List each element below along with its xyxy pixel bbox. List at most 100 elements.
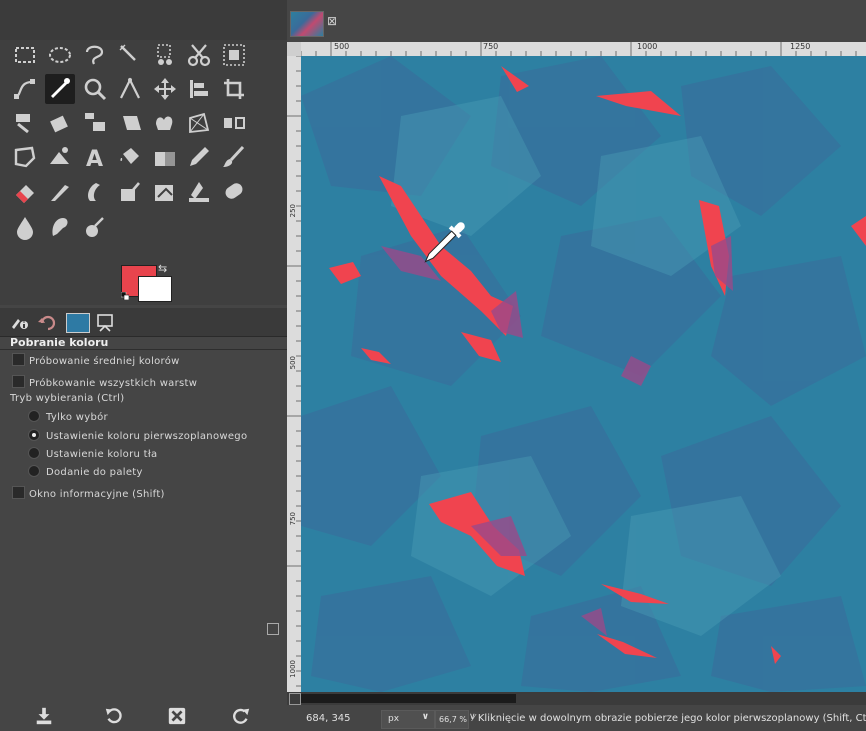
unit-selector[interactable]: px ∨ (381, 710, 435, 729)
horizontal-scrollbar[interactable] (301, 692, 866, 705)
mode-add-palette-radio[interactable] (28, 465, 40, 477)
info-window-checkbox[interactable] (12, 486, 25, 499)
perspective-icon[interactable] (184, 108, 214, 138)
flip-icon[interactable] (219, 108, 249, 138)
image-tab-close-icon[interactable]: ⊠ (327, 14, 337, 28)
rect-select-icon[interactable] (10, 40, 40, 70)
ellipse-select-icon[interactable] (45, 40, 75, 70)
toolbox: A ⇆ (0, 0, 287, 305)
color-picker-icon[interactable] (45, 74, 75, 104)
sample-merged-checkbox[interactable] (12, 375, 25, 388)
gradient-icon[interactable] (150, 142, 180, 172)
horizontal-ruler-ticks (301, 42, 857, 56)
shear-icon[interactable] (115, 108, 145, 138)
paths-icon[interactable] (10, 74, 40, 104)
mode-add-palette[interactable]: Dodanie do palety (28, 465, 143, 478)
swap-colors-icon[interactable]: ⇆ (158, 262, 167, 275)
scissors-select-icon[interactable] (184, 40, 214, 70)
align-icon[interactable] (184, 74, 214, 104)
device-status-tab[interactable] (94, 311, 116, 333)
paintbrush-icon[interactable] (219, 142, 249, 172)
reset-options-button[interactable] (230, 705, 252, 727)
ruler-corner[interactable] (287, 42, 301, 56)
tool-options-icon (12, 319, 28, 329)
mode-set-fg[interactable]: Ustawienie koloru pierwszoplanowego (28, 429, 247, 442)
undo-history-icon (38, 315, 56, 331)
heal-icon[interactable] (184, 177, 214, 207)
handle-transform-icon[interactable] (45, 142, 75, 172)
color-picker-icon: ⁄ (473, 713, 475, 724)
image-window: ⊠ 500 750 1000 1250 250 500 750 1000 684… (287, 0, 866, 731)
info-window-label: Okno informacyjne (Shift) (29, 489, 165, 500)
horizontal-scrollbar-thumb[interactable] (301, 694, 516, 703)
tool-options-tab[interactable] (8, 311, 30, 333)
ruler-label: 750 (289, 512, 297, 526)
mode-set-bg[interactable]: Ustawienie koloru tła (28, 447, 157, 460)
image-canvas[interactable] (301, 56, 866, 692)
bucket-fill-icon[interactable] (115, 142, 145, 172)
dodge-burn-icon[interactable] (80, 212, 110, 242)
horizontal-ruler[interactable]: 500 750 1000 1250 (301, 42, 866, 56)
fuzzy-select-icon[interactable] (115, 40, 145, 70)
sample-average-label: Próbowanie średniej kolorów (29, 356, 180, 367)
crop-icon[interactable] (219, 74, 249, 104)
sample-average-checkbox[interactable] (12, 353, 25, 366)
info-window-option[interactable]: Okno informacyjne (Shift) (12, 486, 165, 500)
restore-icon (105, 708, 122, 724)
sample-merged-label: Próbkowanie wszystkich warstw (29, 378, 198, 389)
zoom-icon[interactable] (80, 74, 110, 104)
mode-set-fg-label: Ustawienie koloru pierwszoplanowego (46, 431, 248, 442)
mypaint-brush-icon[interactable] (115, 177, 145, 207)
warp-icon[interactable] (150, 108, 180, 138)
sample-average-option[interactable]: Próbowanie średniej kolorów (12, 353, 180, 367)
text-icon[interactable]: A (80, 142, 110, 172)
eraser-icon[interactable] (10, 177, 40, 207)
panel-menu-icon[interactable] (267, 623, 279, 635)
zoom-selector[interactable]: 66,7 % (435, 710, 469, 729)
image-tab-thumbnail[interactable] (290, 11, 324, 37)
vertical-ruler[interactable]: 250 500 750 1000 (287, 56, 301, 692)
save-options-button[interactable] (33, 705, 55, 727)
vertical-ruler-ticks (287, 56, 301, 687)
background-color-swatch[interactable] (138, 276, 172, 302)
color-select-icon[interactable] (150, 40, 180, 70)
status-message-text: Kliknięcie w dowolnym obrazie pobierze j… (477, 713, 866, 724)
mode-pick-only-label: Tylko wybór (46, 412, 108, 423)
reset-colors-icon[interactable] (121, 292, 129, 300)
delete-options-button[interactable] (166, 705, 188, 727)
cage-icon[interactable] (10, 142, 40, 172)
toolbox-header (0, 0, 287, 40)
free-select-icon[interactable] (80, 40, 110, 70)
save-icon (36, 707, 52, 725)
images-tab[interactable] (66, 313, 90, 333)
svg-text:A: A (86, 147, 103, 170)
foreground-select-icon[interactable] (219, 40, 249, 70)
ink-icon[interactable] (80, 177, 110, 207)
mode-pick-only[interactable]: Tylko wybór (28, 410, 108, 423)
ruler-label: 1000 (637, 42, 658, 51)
navigate-button[interactable] (289, 693, 301, 705)
undo-history-tab[interactable] (36, 311, 58, 333)
pencil-icon[interactable] (184, 142, 214, 172)
status-bar: 684, 345 px ∨ 66,7 % ∨ ⁄ Kliknięcie w do… (287, 705, 866, 731)
blur-icon[interactable] (10, 212, 40, 242)
zoom-value: 66,7 % (439, 715, 467, 724)
unified-transform-icon[interactable] (10, 108, 40, 138)
clone-icon[interactable] (150, 177, 180, 207)
restore-options-button[interactable] (103, 705, 125, 727)
measure-icon[interactable] (115, 74, 145, 104)
smudge-icon[interactable] (45, 212, 75, 242)
airbrush-icon[interactable] (45, 177, 75, 207)
ruler-label: 1000 (289, 660, 297, 678)
pick-mode-label: Tryb wybierania (Ctrl) (10, 393, 125, 404)
sample-merged-option[interactable]: Próbkowanie wszystkich warstw (12, 375, 197, 389)
scale-icon[interactable] (80, 108, 110, 138)
rotate-icon[interactable] (45, 108, 75, 138)
mode-set-bg-radio[interactable] (28, 447, 40, 459)
ruler-label: 500 (334, 42, 350, 51)
move-icon[interactable] (150, 74, 180, 104)
mode-set-fg-radio[interactable] (28, 429, 40, 441)
mode-pick-only-radio[interactable] (28, 410, 40, 422)
perspective-clone-icon[interactable] (219, 177, 249, 207)
dock-tab-bar (0, 308, 287, 635)
